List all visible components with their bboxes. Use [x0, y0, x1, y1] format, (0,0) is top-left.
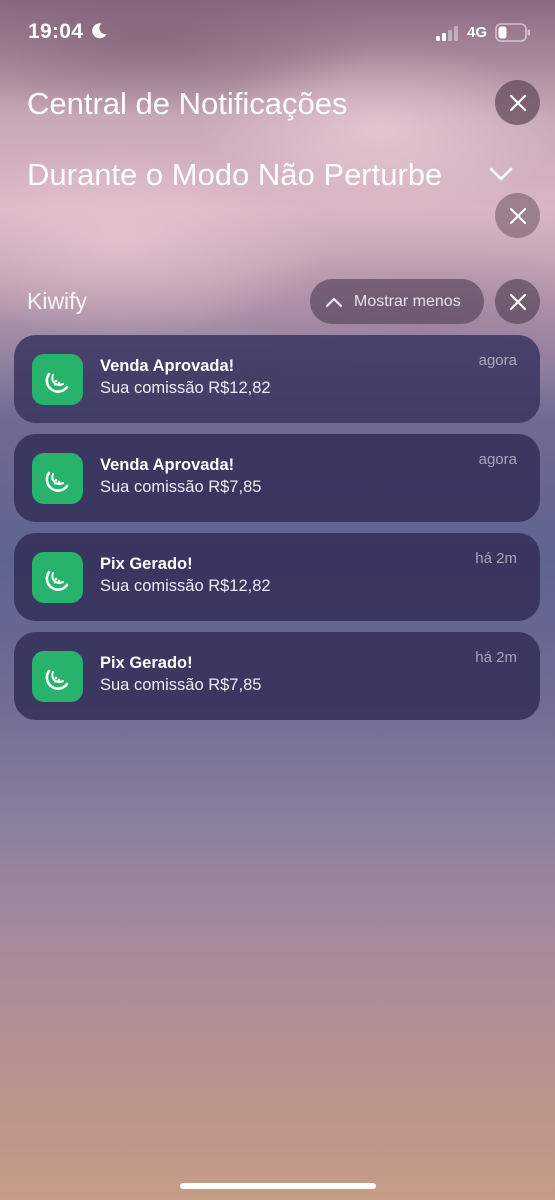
notification-time: há 2m — [475, 649, 517, 666]
notification-time: há 2m — [475, 550, 517, 567]
notification-time: agora — [478, 352, 517, 369]
notification-card[interactable]: Venda Aprovada! Sua comissão R$12,82 ago… — [14, 335, 540, 423]
signal-icon — [436, 26, 458, 41]
notification-title: Pix Gerado! — [100, 555, 193, 573]
kiwify-app-icon — [32, 651, 83, 702]
kiwify-app-icon — [32, 552, 83, 603]
notification-title: Pix Gerado! — [100, 654, 193, 672]
clear-all-button[interactable] — [495, 80, 540, 125]
notification-card[interactable]: Pix Gerado! Sua comissão R$12,82 há 2m — [14, 533, 540, 621]
page-title: Central de Notificações — [27, 86, 348, 121]
dnd-section-title[interactable]: Durante o Modo Não Perturbe — [27, 157, 442, 193]
kiwi-icon — [45, 570, 68, 591]
notification-body: Sua comissão R$7,85 — [100, 676, 262, 694]
kiwi-icon — [45, 372, 68, 393]
notification-card[interactable]: Pix Gerado! Sua comissão R$7,85 há 2m — [14, 632, 540, 720]
close-icon — [509, 207, 526, 224]
status-time: 19:04 — [28, 20, 84, 43]
show-less-button[interactable]: Mostrar menos — [310, 279, 484, 324]
moon-icon — [92, 23, 107, 39]
chevron-up-icon — [325, 297, 343, 307]
show-less-label: Mostrar menos — [354, 292, 461, 310]
clear-dnd-button[interactable] — [495, 193, 540, 238]
notification-title: Venda Aprovada! — [100, 456, 235, 474]
home-indicator[interactable] — [180, 1183, 376, 1189]
notification-card[interactable]: Venda Aprovada! Sua comissão R$7,85 agor… — [14, 434, 540, 522]
notification-body: Sua comissão R$12,82 — [100, 577, 271, 595]
notification-body: Sua comissão R$7,85 — [100, 478, 262, 496]
notification-time: agora — [478, 451, 517, 468]
kiwify-app-icon — [32, 354, 83, 405]
kiwify-app-icon — [32, 453, 83, 504]
clear-group-button[interactable] — [495, 279, 540, 324]
close-icon — [509, 293, 526, 310]
notification-body: Sua comissão R$12,82 — [100, 379, 271, 397]
chevron-down-icon[interactable] — [487, 163, 515, 185]
kiwi-icon — [45, 471, 68, 492]
battery-icon — [495, 23, 530, 42]
notification-title: Venda Aprovada! — [100, 357, 235, 375]
kiwi-icon — [45, 669, 68, 690]
status-bar: 19:04 4G — [0, 0, 555, 64]
network-type: 4G — [467, 24, 488, 41]
app-group-name: Kiwify — [27, 288, 88, 314]
close-icon — [509, 94, 526, 111]
